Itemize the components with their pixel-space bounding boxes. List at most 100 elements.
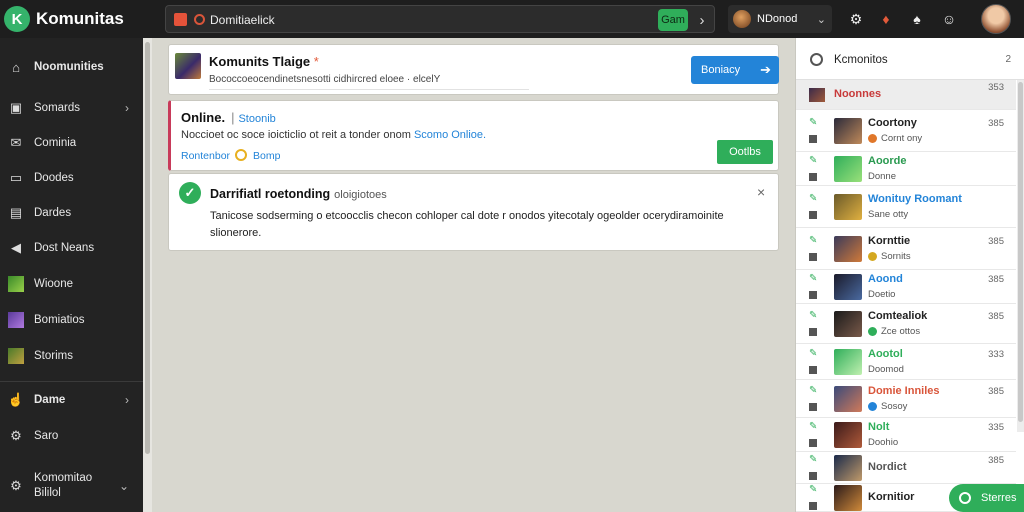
- sidebar-item-komomitao[interactable]: ⚙ Komomitao Bililol ⌄: [0, 464, 143, 508]
- sidebar-item-dame[interactable]: ☝ Dame ›: [0, 383, 143, 417]
- search-bar[interactable]: Gam ›: [165, 5, 715, 33]
- panel-title: Kcmonitos: [834, 54, 888, 66]
- community-list-item[interactable]: ✎ Nordict 385: [796, 452, 1016, 484]
- community-subtitle: Donne: [868, 171, 896, 182]
- community-list-item[interactable]: ✎ Aootol Doomod 333: [796, 344, 1016, 380]
- community-sub: Zce ottos: [881, 326, 921, 337]
- community-name: Aoorde: [868, 155, 907, 167]
- sidebar-item-doodes[interactable]: ▭ Doodes: [0, 161, 143, 195]
- close-icon[interactable]: ×: [757, 184, 765, 200]
- community-list-item[interactable]: ✎ Domie Inniles Sosoy 385: [796, 380, 1016, 418]
- status-square-icon: [809, 366, 817, 374]
- emoji-icon[interactable]: ☺: [940, 10, 958, 28]
- user-avatar: [733, 10, 751, 28]
- community-card: Komunits Tlaige * Bococcoeocendinetsneso…: [168, 44, 779, 95]
- sidebar-item-somards[interactable]: ▣ Somards ›: [0, 91, 143, 125]
- community-name: Aootol: [868, 348, 903, 360]
- app-badge-icon: [174, 13, 187, 26]
- community-sub: Doohio: [868, 437, 899, 448]
- member-count: 385: [988, 274, 1004, 285]
- community-name: Aoond: [868, 273, 903, 285]
- app-logo[interactable]: K Komunitas: [4, 6, 124, 32]
- gear-icon: ⚙: [10, 428, 22, 443]
- member-count: 335: [988, 422, 1004, 433]
- folder-icon: ▭: [9, 170, 23, 185]
- spade-icon[interactable]: ♠: [908, 10, 926, 28]
- sidebar-item-cominia[interactable]: ✉ Cominia: [0, 126, 143, 160]
- sidebar-item-home[interactable]: ⌂ Noomunities: [0, 49, 143, 85]
- community-thumbnail: [834, 274, 862, 300]
- search-go-button[interactable]: Gam: [658, 9, 688, 31]
- community-list-item[interactable]: ✎ Aoond Doetio 385: [796, 270, 1016, 304]
- community-thumbnail: [175, 53, 201, 79]
- community-sub: Doetio: [868, 289, 896, 300]
- community-subtitle: Sornits: [868, 251, 911, 262]
- chevron-right-icon: ›: [125, 393, 129, 407]
- status-label: Sterres: [981, 492, 1017, 504]
- notification-body: Tanicose sodserming o etcoocclis checon …: [210, 210, 724, 239]
- sidebar-scroll-thumb[interactable]: [145, 42, 150, 454]
- notification-title: Darrifiatl roetonding oloigiotoes: [210, 187, 387, 201]
- status-icon: [959, 492, 971, 504]
- notification-card: ✓ Darrifiatl roetonding oloigiotoes × Tan…: [168, 173, 779, 251]
- member-count: 353: [988, 82, 1004, 93]
- online-action-button[interactable]: Ootlbs: [717, 140, 773, 164]
- sidebar-item-saro[interactable]: ⚙ Saro: [0, 419, 143, 453]
- coin-icon: [235, 149, 247, 161]
- member-count: 333: [988, 349, 1004, 360]
- community-subtitle: Doetio: [868, 289, 895, 300]
- sidebar-item-bomiatios[interactable]: Bomiatios: [0, 303, 143, 337]
- online-title: Online. | Stoonib: [181, 110, 276, 125]
- check-icon: ✓: [179, 182, 201, 204]
- community-list-item[interactable]: ✎ Aoorde Donne: [796, 152, 1016, 186]
- community-list-item[interactable]: ✎ Coortony Cornt ony 385: [796, 110, 1016, 152]
- community-sub: Cornt ony: [881, 133, 923, 144]
- status-square-icon: [809, 135, 817, 143]
- online-description-link[interactable]: Scomo Onlioe.: [414, 129, 486, 141]
- main-content: Komunits Tlaige * Bococcoeocendinetsneso…: [152, 38, 795, 512]
- status-badge: [868, 327, 877, 336]
- sidebar-item-label: Storims: [34, 350, 73, 362]
- sidebar-item-dost-neans[interactable]: ◀ Dost Neans: [0, 231, 143, 265]
- alert-icon[interactable]: ♦: [877, 10, 895, 28]
- member-count: 385: [988, 455, 1004, 466]
- online-link[interactable]: Stoonib: [238, 113, 275, 125]
- status-button[interactable]: Sterres: [949, 484, 1024, 512]
- sidebar-item-label: Saro: [34, 430, 59, 442]
- sidebar-item-label: Bomiatios: [34, 314, 85, 326]
- status-badge: [868, 402, 877, 411]
- community-subtitle: Sane otty: [868, 209, 908, 220]
- sidebar-item-label: Dame: [34, 394, 66, 406]
- community-list-item[interactable]: ✎ Kornttie Sornits 385: [796, 228, 1016, 270]
- sidebar-item-dardes[interactable]: ▤ Dardes: [0, 196, 143, 230]
- community-action-button[interactable]: Boniacy ➔: [691, 56, 779, 84]
- community-list-item[interactable]: ✎ Nolt Doohio 335: [796, 418, 1016, 452]
- edit-icon: ✎: [809, 273, 818, 284]
- community-sub: Sane otty: [868, 209, 909, 220]
- community-name: Nordict: [868, 461, 907, 473]
- sidebar-item-wioone[interactable]: Wioone: [0, 267, 143, 301]
- community-name: Kornitior: [868, 491, 915, 503]
- chevron-down-icon: ⌄: [118, 479, 129, 493]
- sidebar-item-storims[interactable]: Storims: [0, 339, 143, 373]
- search-next-button[interactable]: ›: [691, 9, 713, 31]
- online-meta-link[interactable]: Rontenbor: [181, 150, 230, 162]
- community-list-item[interactable]: ✎ Wonituy Roomant Sane otty: [796, 186, 1016, 228]
- community-thumbnail: [834, 311, 862, 337]
- community-list-item[interactable]: Noonnes 353: [796, 80, 1016, 110]
- panel-header: Kcmonitos 2: [796, 38, 1024, 80]
- user-menu[interactable]: NDonod ⌄: [728, 5, 832, 33]
- online-meta-value[interactable]: Bomp: [253, 150, 280, 162]
- logo-icon: K: [4, 6, 30, 32]
- community-list-item[interactable]: ✎ Comtealiok Zce ottos 385: [796, 304, 1016, 344]
- settings-icon[interactable]: ⚙: [847, 10, 865, 28]
- search-input[interactable]: [210, 10, 590, 30]
- status-square-icon: [809, 403, 817, 411]
- panel-scroll-thumb[interactable]: [1018, 82, 1023, 422]
- edit-icon: ✎: [809, 385, 818, 396]
- profile-avatar[interactable]: [981, 4, 1011, 34]
- community-name: Kornttie: [868, 235, 911, 247]
- game-icon: [8, 312, 24, 328]
- community-thumbnail: [834, 236, 862, 262]
- community-thumbnail: [834, 118, 862, 144]
